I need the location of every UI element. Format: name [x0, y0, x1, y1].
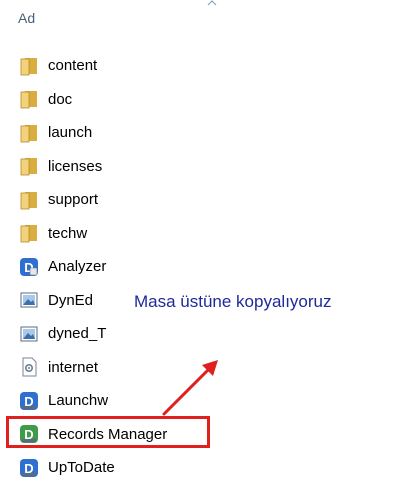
item-label: launch — [48, 124, 93, 142]
item-label: support — [48, 191, 99, 209]
annotation-text: Masa üstüne kopyalıyoruz — [134, 292, 332, 311]
list-item-support[interactable]: support — [14, 183, 244, 217]
item-label: dyned_T — [48, 325, 107, 343]
item-label: internet — [48, 358, 99, 376]
list-item-licenses[interactable]: licenses — [14, 150, 244, 184]
app-icon: D — [18, 457, 40, 479]
item-label: techw — [48, 224, 88, 242]
item-label: Launchw — [48, 392, 109, 410]
list-item-dyned-t[interactable]: dyned_T — [14, 317, 244, 351]
item-label: UpToDate — [48, 459, 115, 477]
folder-icon — [18, 55, 40, 77]
item-label: Analyzer — [48, 258, 107, 276]
app-icon: D — [18, 390, 40, 412]
list-item-uptodate[interactable]: D UpToDate — [14, 451, 244, 485]
list-item-analyzer[interactable]: D Analyzer — [14, 250, 244, 284]
folder-icon — [18, 155, 40, 177]
list-item-techw[interactable]: techw — [14, 217, 244, 251]
item-label: DynEd — [48, 291, 94, 309]
item-label: doc — [48, 90, 73, 108]
image-file-icon — [18, 323, 40, 345]
folder-icon — [18, 122, 40, 144]
item-label: content — [48, 57, 98, 75]
column-header-name[interactable]: Ad — [18, 10, 35, 26]
settings-file-icon — [18, 356, 40, 378]
folder-icon — [18, 222, 40, 244]
annotation-arrow-icon — [162, 360, 218, 416]
list-item-launch[interactable]: launch — [14, 116, 244, 150]
folder-icon — [18, 88, 40, 110]
image-file-icon — [18, 289, 40, 311]
sort-ascending-icon — [207, 0, 217, 6]
folder-icon — [18, 189, 40, 211]
item-label: licenses — [48, 157, 103, 175]
list-item-content[interactable]: content — [14, 49, 244, 83]
app-icon: D — [18, 256, 40, 278]
list-item-doc[interactable]: doc — [14, 83, 244, 117]
